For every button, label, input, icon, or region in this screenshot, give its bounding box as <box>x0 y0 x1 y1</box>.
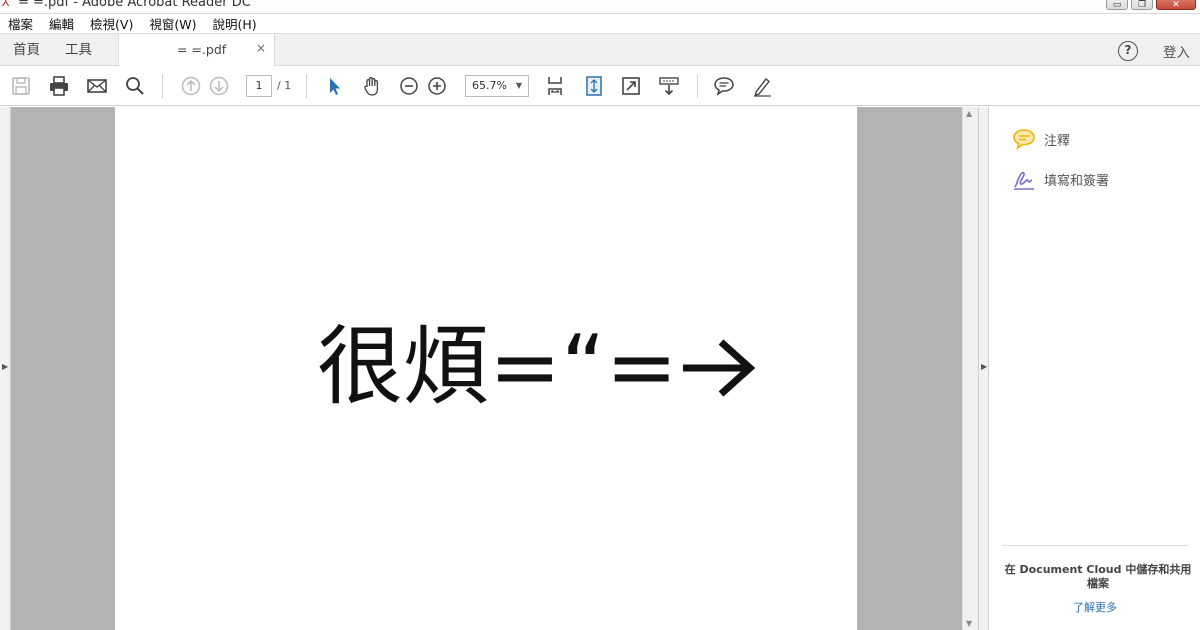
fullscreen-icon[interactable] <box>619 74 643 98</box>
document-tab-label: = =.pdf <box>177 42 227 57</box>
zoom-select[interactable]: 65.7% ▼ <box>465 75 529 97</box>
document-cloud-promo: 在 Document Cloud 中儲存和共用檔案 <box>1004 563 1192 590</box>
title-bar: ⅄ = =.pdf - Adobe Acrobat Reader DC ▭ ❐ … <box>0 0 1200 14</box>
read-mode-icon[interactable] <box>657 74 681 98</box>
expand-left-icon: ▶ <box>2 362 9 371</box>
signin-link[interactable]: 登入 <box>1163 41 1190 61</box>
learn-more-link[interactable]: 了解更多 <box>990 599 1200 615</box>
window-title: = =.pdf - Adobe Acrobat Reader DC <box>18 0 251 10</box>
print-icon[interactable] <box>47 74 71 98</box>
next-page-icon[interactable] <box>207 74 231 98</box>
tools-pane: 注釋 填寫和簽署 在 Document Cloud 中儲存和共用檔案 了解更多 <box>990 107 1200 630</box>
zoom-in-icon[interactable] <box>425 74 449 98</box>
page-number-input[interactable]: 1 <box>246 75 272 97</box>
comment-icon[interactable] <box>712 74 736 98</box>
help-icon[interactable]: ? <box>1118 41 1138 61</box>
email-icon[interactable] <box>85 74 109 98</box>
pane-divider <box>1002 545 1188 546</box>
left-panel-toggle[interactable]: ▶ <box>0 107 11 630</box>
restore-button[interactable]: ❐ <box>1131 0 1153 10</box>
fit-page-icon[interactable] <box>543 74 567 98</box>
menu-view[interactable]: 檢視(V) <box>90 14 133 33</box>
acrobat-app-icon: ⅄ <box>2 0 10 9</box>
pane-item-label: 填寫和簽署 <box>1044 173 1110 189</box>
prev-page-icon[interactable] <box>179 74 203 98</box>
window-controls: ▭ ❐ ✕ <box>1106 0 1196 10</box>
menu-window[interactable]: 視窗(W) <box>149 14 196 33</box>
save-icon[interactable] <box>9 74 33 98</box>
scroll-down-icon[interactable]: ▼ <box>966 619 972 628</box>
scroll-up-icon[interactable]: ▲ <box>966 109 972 118</box>
collapse-right-icon: ▶ <box>981 362 988 371</box>
select-cursor-icon[interactable] <box>322 74 346 98</box>
vertical-scrollbar[interactable]: ▲ ▼ <box>962 107 978 630</box>
fill-sign-icon <box>1014 171 1034 190</box>
pane-item-fill-sign[interactable]: 填寫和簽署 <box>1012 167 1109 191</box>
menu-help[interactable]: 說明(H) <box>212 14 256 33</box>
hand-tool-icon[interactable] <box>360 74 384 98</box>
menu-bar: 檔案 編輯 檢視(V) 視窗(W) 說明(H) <box>0 14 1200 33</box>
page-text: 很煩=“= <box>317 317 678 417</box>
menu-edit[interactable]: 編輯 <box>49 14 74 33</box>
scroll-mode-icon[interactable] <box>582 74 606 98</box>
right-arrow-icon <box>683 339 755 397</box>
chevron-down-icon: ▼ <box>515 81 522 90</box>
search-icon[interactable] <box>123 74 147 98</box>
tab-document[interactable]: = =.pdf × <box>118 34 275 67</box>
zoom-value: 65.7% <box>472 79 507 92</box>
close-window-button[interactable]: ✕ <box>1156 0 1196 10</box>
tab-row: 首頁 工具 = =.pdf × ? 登入 <box>0 33 1200 67</box>
pdf-page[interactable]: 很煩=“= <box>115 107 857 630</box>
pane-item-label: 注釋 <box>1044 133 1071 149</box>
tab-home[interactable]: 首頁 <box>13 34 40 66</box>
toolbar: 1 / 1 65.7% ▼ <box>0 66 1200 106</box>
right-panel-toggle[interactable]: ▶ <box>978 107 989 630</box>
minimize-button[interactable]: ▭ <box>1106 0 1128 10</box>
zoom-out-icon[interactable] <box>397 74 421 98</box>
pane-item-comment[interactable]: 注釋 <box>1012 127 1070 151</box>
menu-file[interactable]: 檔案 <box>8 14 33 33</box>
comment-bubble-icon <box>1013 129 1035 150</box>
sign-icon[interactable] <box>750 74 774 98</box>
page-total: / 1 <box>277 79 292 92</box>
tab-tools[interactable]: 工具 <box>65 34 92 66</box>
close-tab-icon[interactable]: × <box>256 41 266 55</box>
